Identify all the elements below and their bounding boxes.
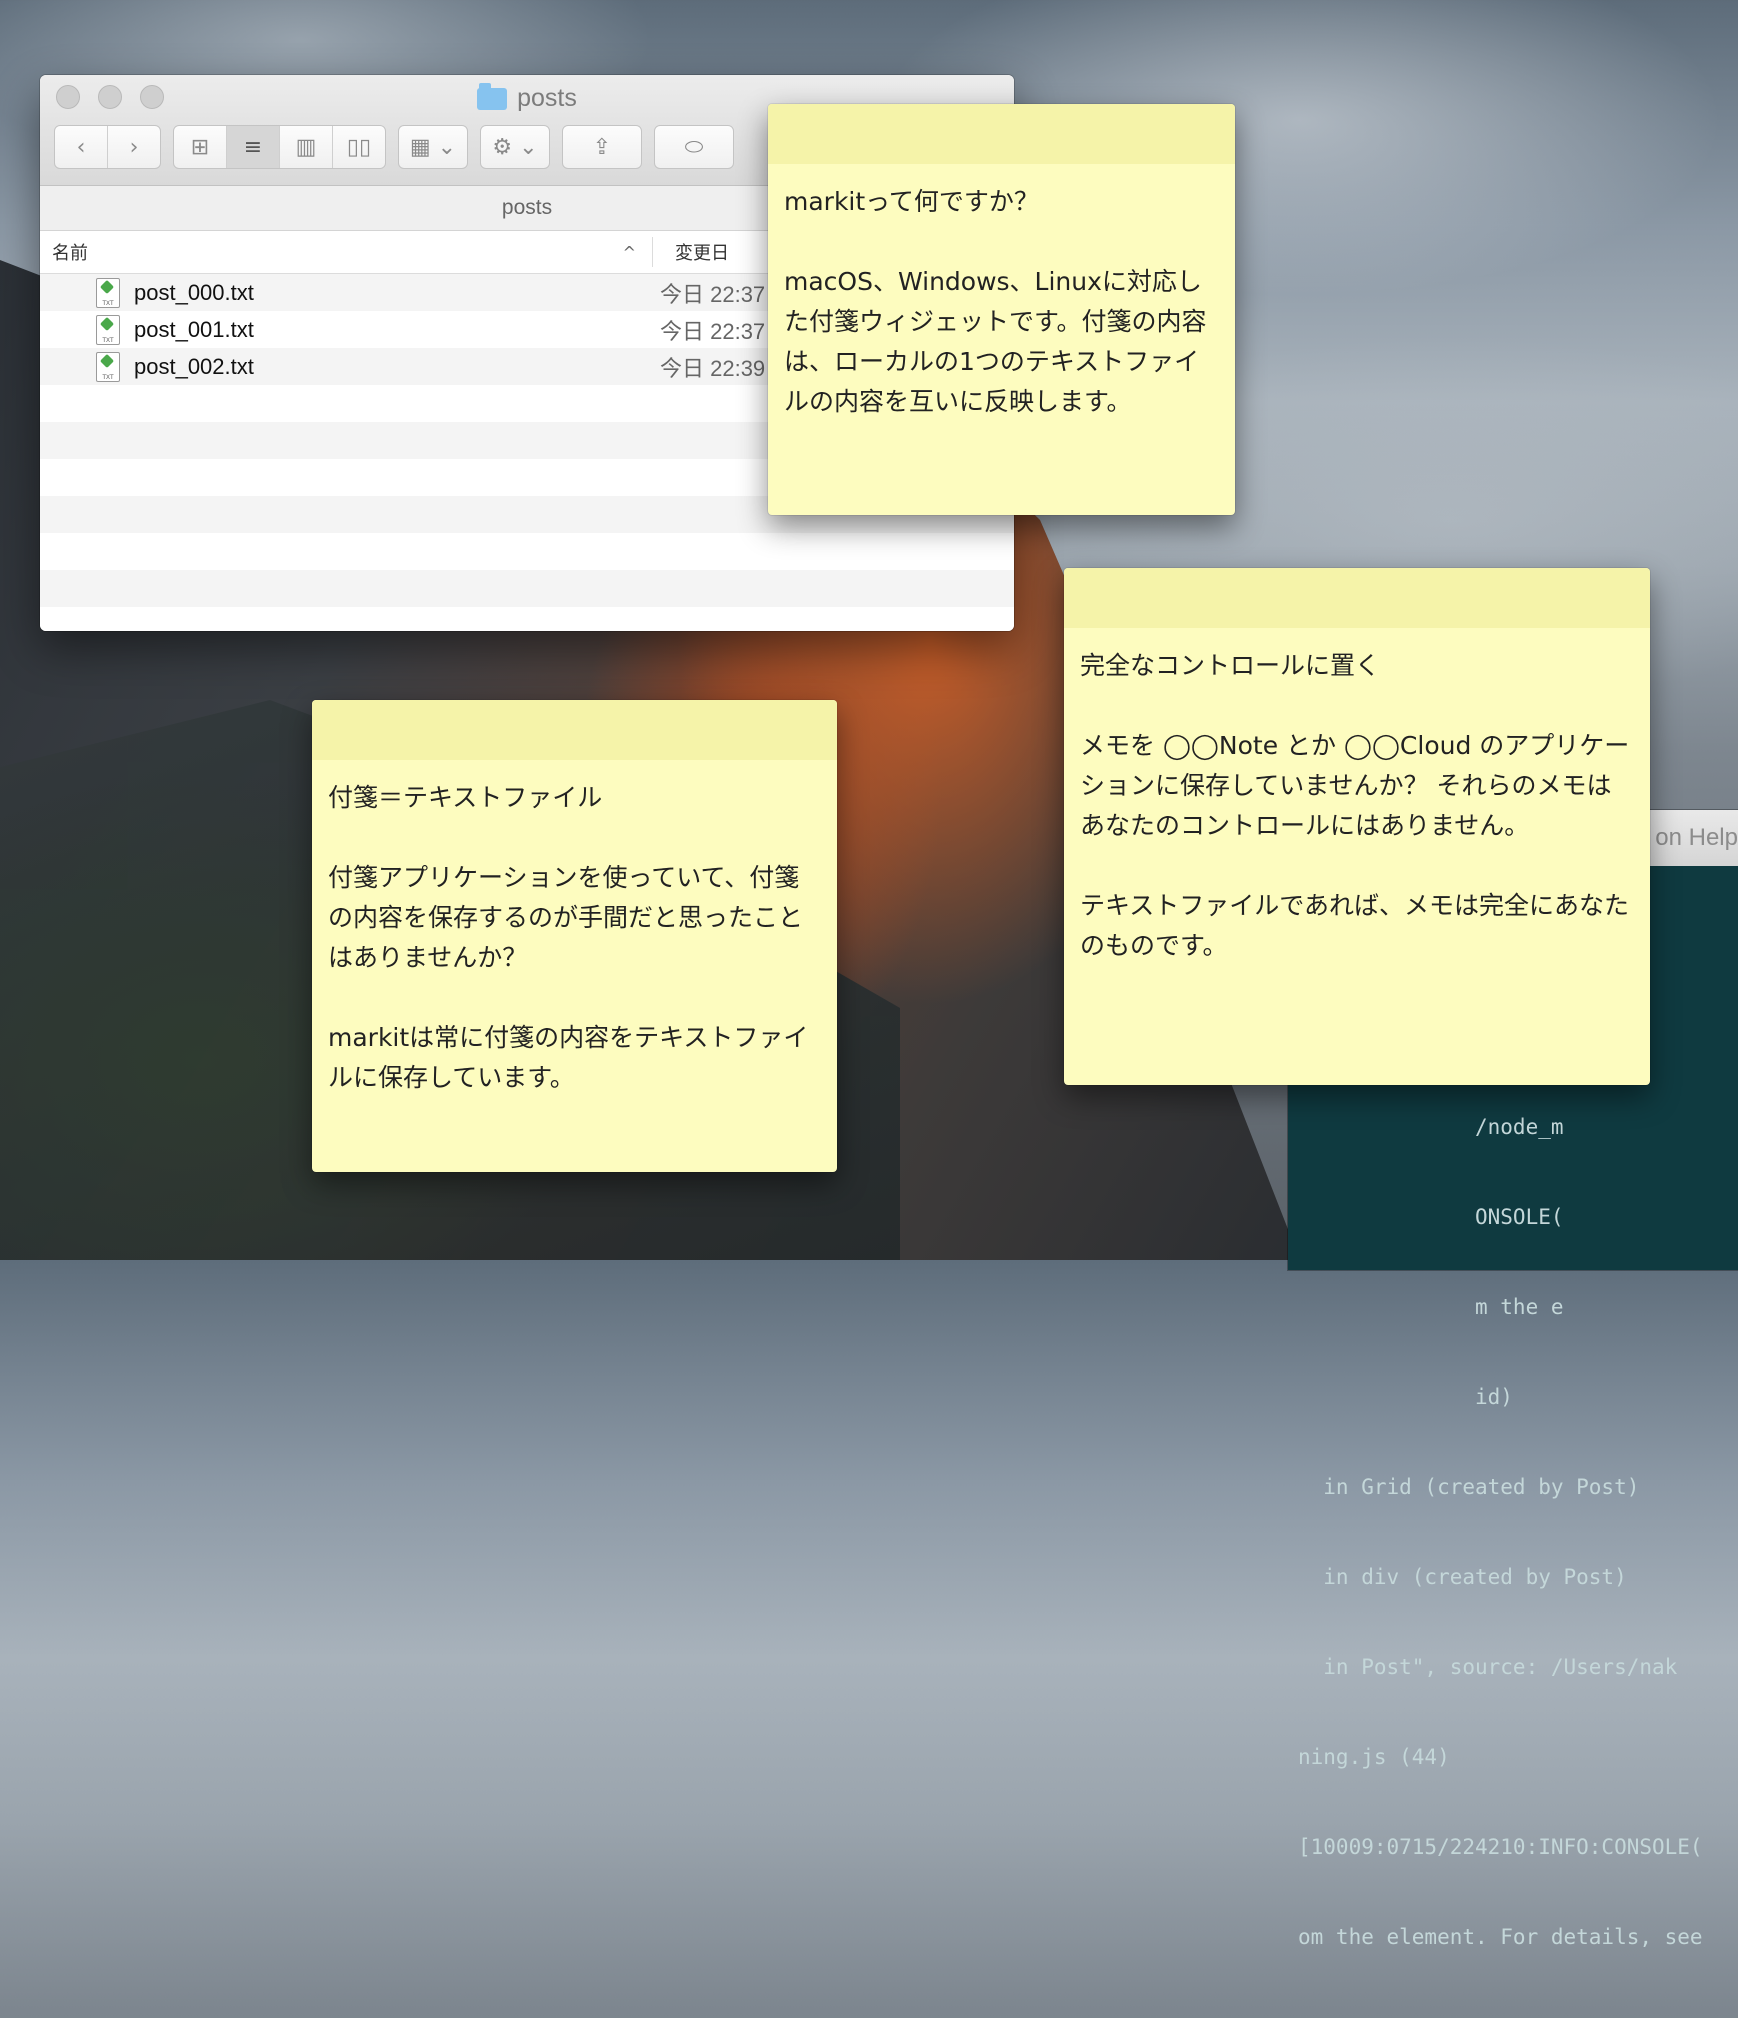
file-date: 今日 22:39: [660, 355, 766, 381]
terminal-line: id): [1298, 1385, 1513, 1409]
sticky-note-text-file[interactable]: 付箋＝テキストファイル 付箋アプリケーションを使っていて、付箋の内容を保存するの…: [312, 700, 837, 1172]
terminal-line: /node_m: [1298, 1115, 1564, 1139]
sticky-content[interactable]: 完全なコントロールに置く メモを ◯◯Note とか ◯◯Cloud のアプリケ…: [1064, 628, 1650, 984]
file-name: post_002.txt: [134, 353, 254, 379]
arrange-group: ▦ ⌄: [398, 125, 468, 169]
action-group: ⚙ ⌄: [480, 125, 550, 169]
folder-icon: [477, 82, 508, 110]
file-date: 今日 22:37: [660, 318, 766, 344]
sticky-paragraph: markitは常に付箋の内容をテキストファイルに保存しています。: [328, 1023, 809, 1092]
tags-group: ⬭: [654, 125, 734, 169]
back-button[interactable]: ‹: [55, 126, 108, 168]
sticky-paragraph: テキストファイルであれば、メモは完全にあなたのものです。: [1080, 891, 1630, 960]
nav-button-group: ‹ ›: [54, 125, 161, 169]
terminal-line: in div (created by Post): [1298, 1565, 1627, 1589]
txt-file-icon: TXT: [96, 314, 120, 345]
terminal-line: m the e: [1298, 1295, 1564, 1319]
column-view-button[interactable]: ▥: [280, 126, 333, 168]
file-date: 今日 22:37: [660, 281, 766, 307]
list-view-button[interactable]: ≡: [227, 126, 280, 168]
file-name: post_001.txt: [134, 316, 254, 342]
action-menu-button[interactable]: ⚙ ⌄: [481, 126, 549, 168]
terminal-line: [10009:0715/224210:INFO:CONSOLE(: [1298, 1835, 1703, 1859]
empty-row: [40, 533, 1014, 570]
name-column-header[interactable]: 名前 ^: [40, 237, 653, 267]
terminal-line: ONSOLE(: [1298, 1205, 1564, 1229]
terminal-line: ning.js (44): [1298, 1745, 1450, 1769]
finder-toolbar: ‹ › ⊞ ≡ ▥ ▯▯ ▦ ⌄ ⚙ ⌄ ⇪ ⬭: [54, 125, 734, 169]
txt-file-icon: TXT: [96, 351, 120, 382]
terminal-line: in Post", source: /Users/nak: [1298, 1655, 1678, 1679]
share-button[interactable]: ⇪: [563, 126, 641, 168]
window-title-text: posts: [517, 84, 577, 112]
tags-button[interactable]: ⬭: [655, 126, 733, 168]
sticky-drag-bar[interactable]: [768, 104, 1235, 164]
sticky-paragraph: メモを ◯◯Note とか ◯◯Cloud のアプリケーションに保存していません…: [1080, 731, 1630, 840]
empty-row: [40, 607, 1014, 631]
sticky-note-full-control[interactable]: 完全なコントロールに置く メモを ◯◯Note とか ◯◯Cloud のアプリケ…: [1064, 568, 1650, 1085]
sticky-paragraph: macOS、Windows、Linuxに対応した付箋ウィジェットです。付箋の内容…: [784, 267, 1207, 416]
sticky-note-what-is-markit[interactable]: markitって何ですか？ macOS、Windows、Linuxに対応した付箋…: [768, 104, 1235, 515]
sticky-heading: markitって何ですか？: [784, 187, 1039, 216]
arrange-menu-button[interactable]: ▦ ⌄: [399, 126, 467, 168]
sort-ascending-icon: ^: [622, 242, 636, 262]
empty-row: [40, 570, 1014, 607]
sticky-drag-bar[interactable]: [1064, 568, 1650, 628]
date-column-header[interactable]: 変更日: [653, 239, 729, 265]
forward-button[interactable]: ›: [108, 126, 160, 168]
terminal-line: in Grid (created by Post): [1298, 1475, 1640, 1499]
name-column-label: 名前: [52, 243, 88, 264]
terminal-line: om the element. For details, see: [1298, 1925, 1703, 1949]
icon-view-button[interactable]: ⊞: [174, 126, 227, 168]
gallery-view-button[interactable]: ▯▯: [333, 126, 385, 168]
sticky-heading: 付箋＝テキストファイル: [328, 783, 603, 812]
file-name: post_000.txt: [134, 279, 254, 305]
txt-file-icon: TXT: [96, 277, 120, 308]
sticky-content[interactable]: markitって何ですか？ macOS、Windows、Linuxに対応した付箋…: [768, 164, 1235, 440]
share-group: ⇪: [562, 125, 642, 169]
sticky-paragraph: 付箋アプリケーションを使っていて、付箋の内容を保存するのが手間だと思ったことはあ…: [328, 863, 804, 972]
view-mode-group: ⊞ ≡ ▥ ▯▯: [173, 125, 386, 169]
sticky-heading: 完全なコントロールに置く: [1080, 651, 1381, 680]
sticky-drag-bar[interactable]: [312, 700, 837, 760]
sticky-content[interactable]: 付箋＝テキストファイル 付箋アプリケーションを使っていて、付箋の内容を保存するの…: [312, 760, 837, 1116]
